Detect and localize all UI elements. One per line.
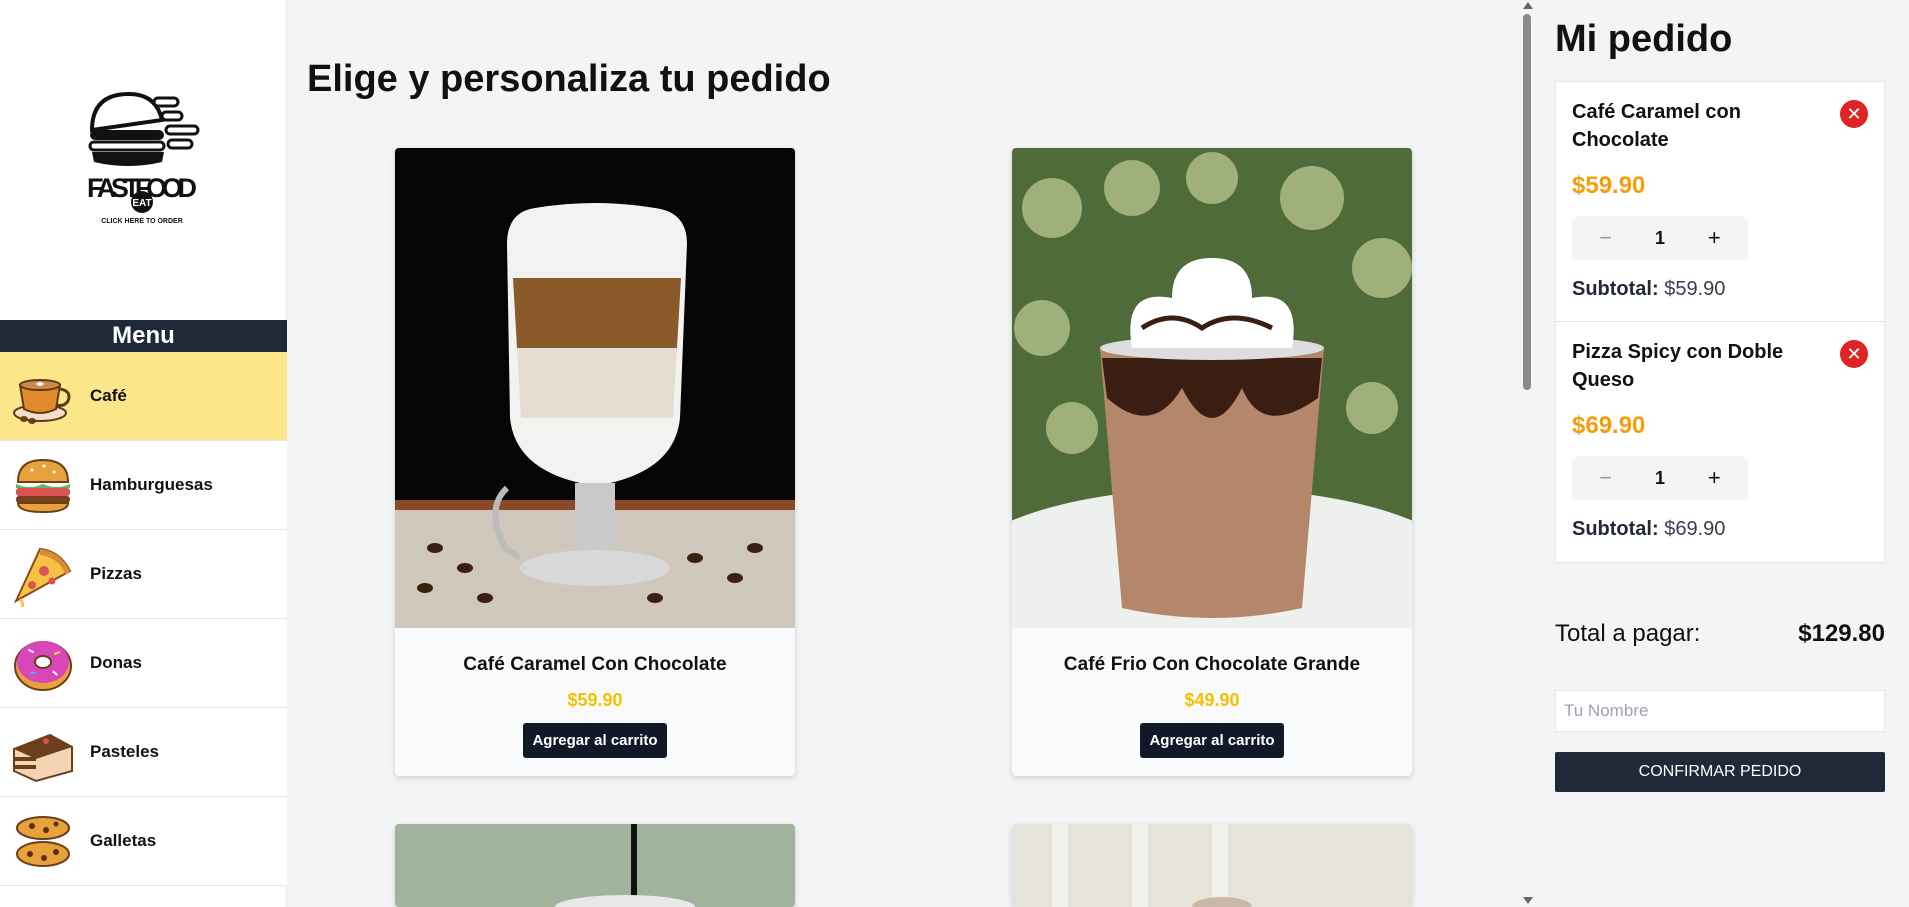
add-to-cart-button[interactable]: Agregar al carrito bbox=[1140, 723, 1284, 758]
main-scrollbar[interactable] bbox=[1520, 0, 1536, 907]
order-items: Café Caramel con Chocolate ✕ $59.90 − 1 … bbox=[1555, 81, 1885, 563]
product-image[interactable] bbox=[1012, 148, 1412, 628]
increase-qty-button[interactable]: + bbox=[1696, 225, 1732, 251]
category-label: Hamburguesas bbox=[90, 475, 213, 494]
coffee-cup-icon bbox=[13, 379, 71, 424]
add-to-cart-button[interactable]: Agregar al carrito bbox=[523, 723, 667, 758]
category-hamburguesas[interactable]: Hamburguesas bbox=[0, 441, 287, 530]
product-card: Café Frio Con Chocolate Grande $49.90 Ag… bbox=[1012, 148, 1412, 776]
confirm-order-button[interactable]: CONFIRMAR PEDIDO bbox=[1555, 752, 1885, 792]
menu-header: Menu bbox=[0, 320, 287, 352]
category-label: Pizzas bbox=[90, 564, 142, 583]
category-label: Galletas bbox=[90, 831, 157, 850]
product-area: Elige y personaliza tu pedido Café Caram… bbox=[287, 0, 1520, 907]
category-pizzas[interactable]: Pizzas bbox=[0, 530, 287, 619]
product-card bbox=[395, 824, 795, 907]
decrease-qty-button[interactable]: − bbox=[1588, 225, 1624, 251]
subtotal-value: $59.90 bbox=[1664, 278, 1726, 300]
order-item-subtotal: Subtotal: $69.90 bbox=[1572, 518, 1868, 541]
quantity-stepper: − 1 + bbox=[1572, 456, 1748, 500]
page-title: Elige y personaliza tu pedido bbox=[307, 58, 831, 100]
product-image[interactable] bbox=[395, 824, 795, 907]
product-info: Café Frio Con Chocolate Grande $49.90 Ag… bbox=[1012, 628, 1412, 776]
category-label: Pasteles bbox=[90, 742, 159, 761]
product-card: Café Caramel Con Chocolate $59.90 Agrega… bbox=[395, 148, 795, 776]
pizza-slice-icon bbox=[13, 547, 72, 607]
category-galletas[interactable]: Galletas bbox=[0, 797, 287, 886]
product-price: $59.90 bbox=[567, 690, 623, 710]
order-item-price: $59.90 bbox=[1572, 172, 1646, 199]
order-panel: Mi pedido Café Caramel con Chocolate ✕ $… bbox=[1536, 0, 1909, 907]
order-item-name: Café Caramel con Chocolate bbox=[1572, 101, 1741, 151]
scroll-up-arrow-icon[interactable] bbox=[1523, 2, 1533, 9]
order-item-subtotal: Subtotal: $59.90 bbox=[1572, 278, 1868, 301]
quantity-value: 1 bbox=[1654, 227, 1665, 248]
increase-qty-button[interactable]: + bbox=[1696, 465, 1732, 491]
total-value: $129.80 bbox=[1798, 620, 1885, 647]
order-item-name: Pizza Spicy con Doble Queso bbox=[1572, 341, 1784, 391]
cookies-icon bbox=[16, 816, 70, 867]
category-label: Donas bbox=[90, 653, 142, 672]
product-price: $49.90 bbox=[1184, 690, 1240, 710]
subtotal-value: $69.90 bbox=[1664, 518, 1726, 540]
product-info: Café Caramel Con Chocolate $59.90 Agrega… bbox=[395, 628, 795, 776]
total-label: Total a pagar: bbox=[1555, 620, 1701, 647]
product-name: Café Caramel Con Chocolate bbox=[463, 654, 727, 675]
order-item: Pizza Spicy con Doble Queso ✕ $69.90 − 1… bbox=[1556, 322, 1884, 562]
subtotal-label: Subtotal: bbox=[1572, 518, 1659, 540]
cake-slice-icon bbox=[13, 733, 73, 783]
logo-tagline: CLICK HERE TO ORDER bbox=[101, 218, 183, 225]
category-pasteles[interactable]: Pasteles bbox=[0, 708, 287, 797]
logo-badge: EAT bbox=[132, 198, 151, 209]
total-row: Total a pagar: $129.80 bbox=[1555, 620, 1885, 648]
category-label: Café bbox=[90, 386, 127, 405]
fastfood-logo[interactable]: FASTFOOD EAT CLICK HERE TO ORDER bbox=[84, 90, 204, 230]
donut-icon bbox=[14, 641, 72, 691]
sidebar: FASTFOOD EAT CLICK HERE TO ORDER Menu Ca… bbox=[0, 0, 287, 907]
product-card bbox=[1012, 824, 1412, 907]
scroll-down-arrow-icon[interactable] bbox=[1523, 897, 1533, 904]
category-cafe[interactable]: Café bbox=[0, 352, 287, 441]
scroll-thumb[interactable] bbox=[1523, 14, 1531, 390]
quantity-stepper: − 1 + bbox=[1572, 216, 1748, 260]
remove-item-icon[interactable]: ✕ bbox=[1840, 100, 1868, 128]
category-list: Café Hamburguesas Pizzas Donas Pasteles … bbox=[0, 352, 287, 886]
order-title: Mi pedido bbox=[1555, 18, 1733, 60]
order-item-price: $69.90 bbox=[1572, 412, 1646, 439]
name-input[interactable] bbox=[1555, 690, 1885, 732]
burger-icon bbox=[16, 458, 70, 514]
category-donas[interactable]: Donas bbox=[0, 619, 287, 708]
remove-item-icon[interactable]: ✕ bbox=[1840, 340, 1868, 368]
order-item: Café Caramel con Chocolate ✕ $59.90 − 1 … bbox=[1556, 82, 1884, 322]
product-image[interactable] bbox=[395, 148, 795, 628]
subtotal-label: Subtotal: bbox=[1572, 278, 1659, 300]
quantity-value: 1 bbox=[1654, 467, 1665, 488]
decrease-qty-button[interactable]: − bbox=[1588, 465, 1624, 491]
product-name: Café Frio Con Chocolate Grande bbox=[1063, 654, 1361, 675]
product-image[interactable] bbox=[1012, 824, 1412, 907]
